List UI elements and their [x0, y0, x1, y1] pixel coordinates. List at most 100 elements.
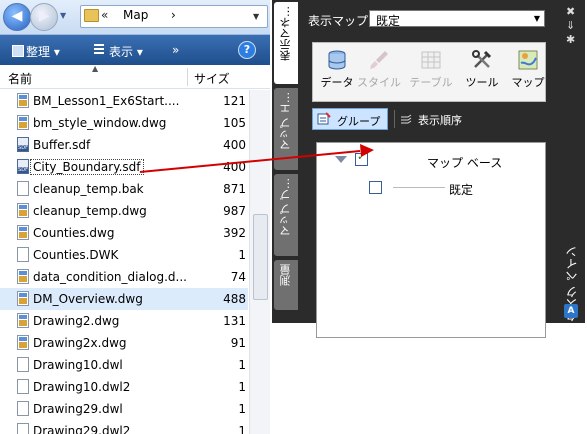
file-row[interactable]: Drawing29.dwl 1: [0, 398, 248, 420]
file-name: BM_Lesson1_Ex6Start....: [33, 94, 180, 108]
file-row[interactable]: cleanup_temp.dwg 987: [0, 200, 248, 222]
data-button[interactable]: データ: [313, 49, 361, 90]
column-size-header[interactable]: サイズ: [194, 70, 230, 87]
group-button[interactable]: グループ: [312, 108, 388, 130]
table-button[interactable]: テーブル: [407, 49, 455, 90]
autodesk-logo-icon: A: [564, 304, 578, 318]
file-size: 131: [223, 314, 246, 328]
group-icon: [317, 112, 331, 125]
recent-pages-dropdown-icon[interactable]: ▼: [60, 11, 66, 20]
display-map-select[interactable]: 既定 ▼: [369, 10, 545, 28]
dwg-file-icon: [17, 115, 29, 130]
display-manager-ribbon: データ スタイル テーブル ツール マップ: [312, 42, 546, 102]
style-button[interactable]: スタイル: [355, 49, 403, 90]
back-button[interactable]: ◀: [3, 3, 31, 31]
file-name: Drawing2x.dwg: [33, 336, 127, 350]
sdf-file-icon: [17, 137, 29, 152]
file-row[interactable]: data_condition_dialog.d... 74: [0, 266, 248, 288]
dwg-file-icon: [17, 313, 29, 328]
table-button-label: テーブル: [409, 76, 453, 89]
scrollbar-thumb[interactable]: [253, 214, 268, 300]
draw-order-button[interactable]: 表示順序: [400, 112, 462, 128]
brush-icon: [370, 51, 388, 69]
file-size: 400: [223, 160, 246, 174]
tab-display-manager[interactable]: 表示マネ…: [274, 2, 298, 84]
map-base-checkbox[interactable]: [355, 150, 368, 166]
tree-node-default[interactable]: 既定: [449, 181, 473, 198]
column-divider[interactable]: [187, 68, 188, 86]
file-size: 74: [230, 270, 246, 284]
dwg-file-icon: [17, 291, 29, 306]
vertical-scrollbar[interactable]: [249, 90, 270, 434]
tools-button[interactable]: ツール: [458, 49, 506, 90]
command-toolbar: 整理 ▾ 表示 ▾ » ?: [0, 35, 270, 65]
column-name-header[interactable]: 名前: [8, 70, 32, 87]
file-row[interactable]: Counties.DWK 1: [0, 244, 248, 266]
file-name: cleanup_temp.bak: [33, 182, 144, 196]
file-name: Counties.dwg: [33, 226, 115, 240]
file-size: 400: [223, 138, 246, 152]
more-commands-button[interactable]: »: [172, 43, 179, 57]
file-size: 1: [238, 380, 246, 394]
dwg-file-icon: [17, 335, 29, 350]
properties-icon[interactable]: ✱: [566, 34, 575, 45]
tab-label: 測量: [279, 264, 292, 286]
tab-survey[interactable]: 測量: [274, 260, 298, 310]
help-icon[interactable]: ?: [238, 41, 256, 59]
map-button[interactable]: マップ: [504, 49, 552, 90]
file-size: 1: [238, 248, 246, 262]
tab-map-explorer[interactable]: マップ エ…: [274, 88, 298, 170]
file-row[interactable]: DM_Overview.dwg 488: [0, 288, 248, 310]
file-size: 987: [223, 204, 246, 218]
path-separator-arrow[interactable]: ›: [171, 8, 176, 22]
organize-icon: [12, 45, 24, 57]
display-manager-panel: 表示マップ: 既定 ▼ データ スタイル テーブル ツール マップ グループ 表…: [308, 6, 548, 338]
file-row[interactable]: cleanup_temp.bak 871: [0, 178, 248, 200]
file-row[interactable]: Counties.dwg 392: [0, 222, 248, 244]
file-name: Drawing2.dwg: [33, 314, 120, 328]
sdf-file-icon: [17, 159, 29, 174]
address-path-box[interactable]: « Map › ▼: [80, 5, 268, 28]
file-name: data_condition_dialog.d...: [33, 270, 187, 284]
dwg-file-icon: [17, 93, 29, 108]
file-row[interactable]: bm_style_window.dwg 105: [0, 112, 248, 134]
display-map-value: 既定: [376, 14, 401, 28]
file-row[interactable]: Drawing10.dwl2 1: [0, 376, 248, 398]
task-pane-tabs: 表示マネ… マップ エ… マップ ブ… 測量: [274, 2, 298, 310]
file-row[interactable]: Drawing2.dwg 131: [0, 310, 248, 332]
path-chevrons[interactable]: «: [101, 8, 108, 22]
file-row[interactable]: Drawing10.dwl 1: [0, 354, 248, 376]
file-row[interactable]: Drawing2x.dwg 91: [0, 332, 248, 354]
data-button-label: データ: [320, 76, 354, 89]
auto-hide-icon[interactable]: ⇓: [566, 20, 575, 31]
file-row[interactable]: City_Boundary.sdf 400: [0, 156, 248, 178]
forward-button[interactable]: ▶: [30, 3, 58, 31]
tree-node-map-base[interactable]: マップ ベース: [427, 154, 502, 171]
file-row[interactable]: Buffer.sdf 400: [0, 134, 248, 156]
file-size: 91: [230, 336, 246, 350]
blank-file-icon: [17, 401, 29, 416]
organize-button[interactable]: 整理 ▾: [26, 43, 60, 60]
blank-file-icon: [17, 181, 29, 196]
file-size: 121: [223, 94, 246, 108]
draw-order-label: 表示順序: [418, 114, 462, 127]
close-icon[interactable]: ✖: [566, 6, 575, 17]
task-pane-frame: 表示マネ… マップ エ… マップ ブ… 測量 表示マップ: 既定 ▼ データ ス…: [272, 0, 585, 338]
file-row[interactable]: Drawing29.dwl2 1: [0, 420, 248, 434]
default-layer-checkbox[interactable]: [369, 181, 382, 194]
layer-command-bar: グループ 表示順序: [312, 104, 544, 136]
tab-map-book[interactable]: マップ ブ…: [274, 174, 298, 256]
file-list: BM_Lesson1_Ex6Start.... 121 bm_style_windo…: [0, 90, 248, 434]
tree-connector-line: [393, 187, 445, 188]
file-name: Buffer.sdf: [33, 138, 91, 152]
address-bar-area: ◀ ▶ ▼ « Map › ▼: [0, 0, 270, 35]
views-button[interactable]: 表示 ▾: [109, 43, 143, 60]
address-dropdown-icon[interactable]: ▼: [253, 12, 259, 21]
folder-icon: [84, 9, 99, 22]
file-row[interactable]: BM_Lesson1_Ex6Start.... 121: [0, 90, 248, 112]
file-name: cleanup_temp.dwg: [33, 204, 147, 218]
path-segment-map[interactable]: Map: [123, 8, 148, 22]
views-icon: [94, 44, 104, 55]
expand-triangle-icon[interactable]: [335, 156, 347, 163]
file-name: DM_Overview.dwg: [33, 292, 143, 306]
